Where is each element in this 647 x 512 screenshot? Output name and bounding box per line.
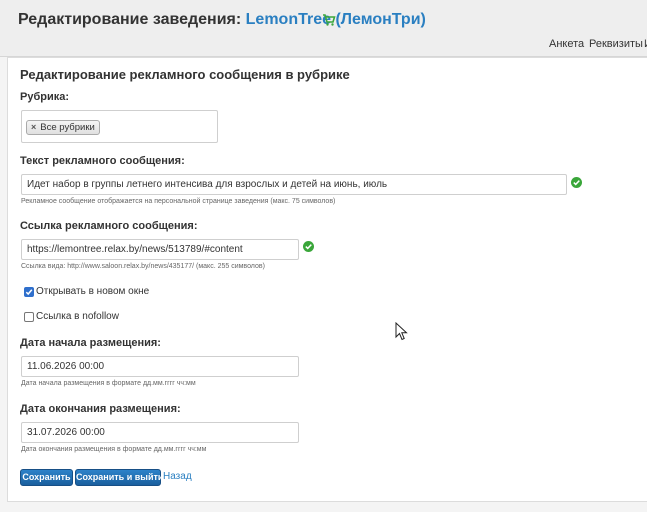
ad-text-input[interactable]: Идет набор в группы летнего интенсива дл… (21, 174, 567, 195)
start-date-hint: Дата начала размещения в формате дд.мм.г… (21, 380, 196, 387)
start-date-label: Дата начала размещения: (20, 337, 161, 349)
link-valid-icon (303, 241, 314, 252)
new-window-label[interactable]: Открывать в новом окне (36, 286, 149, 297)
tag-remove-icon[interactable]: × (31, 122, 36, 132)
link-label: Ссылка рекламного сообщения: (20, 220, 198, 232)
save-exit-button[interactable]: Сохранить и выйти (75, 469, 163, 486)
new-window-checkbox[interactable] (24, 287, 34, 297)
form-panel: Редактирование рекламного сообщения в ру… (7, 57, 647, 502)
back-link[interactable]: Назад (163, 471, 192, 482)
nav-anketa[interactable]: Анкета (549, 38, 584, 50)
nofollow-checkbox[interactable] (24, 312, 34, 322)
rubric-select[interactable]: × Все рубрики (21, 110, 218, 143)
end-date-hint: Дата окончания размещения в формате дд.м… (21, 446, 207, 453)
end-date-input[interactable]: 31.07.2026 00:00 (21, 422, 299, 443)
nav-requisites[interactable]: Реквизиты (589, 38, 643, 50)
cart-icon[interactable] (322, 13, 336, 27)
form-heading: Редактирование рекламного сообщения в ру… (20, 67, 350, 82)
rubric-label: Рубрика: (20, 91, 70, 103)
nofollow-label[interactable]: Ссылка в nofollow (36, 311, 119, 322)
start-date-input[interactable]: 11.06.2026 00:00 (21, 356, 299, 377)
page-header: Редактирование заведения: LemonTree (Лем… (0, 0, 647, 57)
text-valid-icon (571, 177, 582, 188)
end-date-label: Дата окончания размещения: (20, 403, 181, 415)
text-hint: Рекламное сообщение отображается на перс… (21, 198, 336, 205)
mouse-cursor-icon (395, 321, 409, 347)
title-prefix: Редактирование заведения: (18, 11, 242, 28)
rubric-tag-label: Все рубрики (40, 122, 95, 133)
link-hint: Ссылка вида: http://www.saloon.relax.by/… (21, 263, 265, 270)
rubric-tag: × Все рубрики (26, 120, 100, 135)
save-button[interactable]: Сохранить (20, 469, 73, 486)
text-label: Текст рекламного сообщения: (20, 155, 185, 167)
ad-link-input[interactable]: https://lemontree.relax.by/news/513789/#… (21, 239, 299, 260)
page-title: Редактирование заведения: LemonTree (Лем… (18, 11, 426, 29)
